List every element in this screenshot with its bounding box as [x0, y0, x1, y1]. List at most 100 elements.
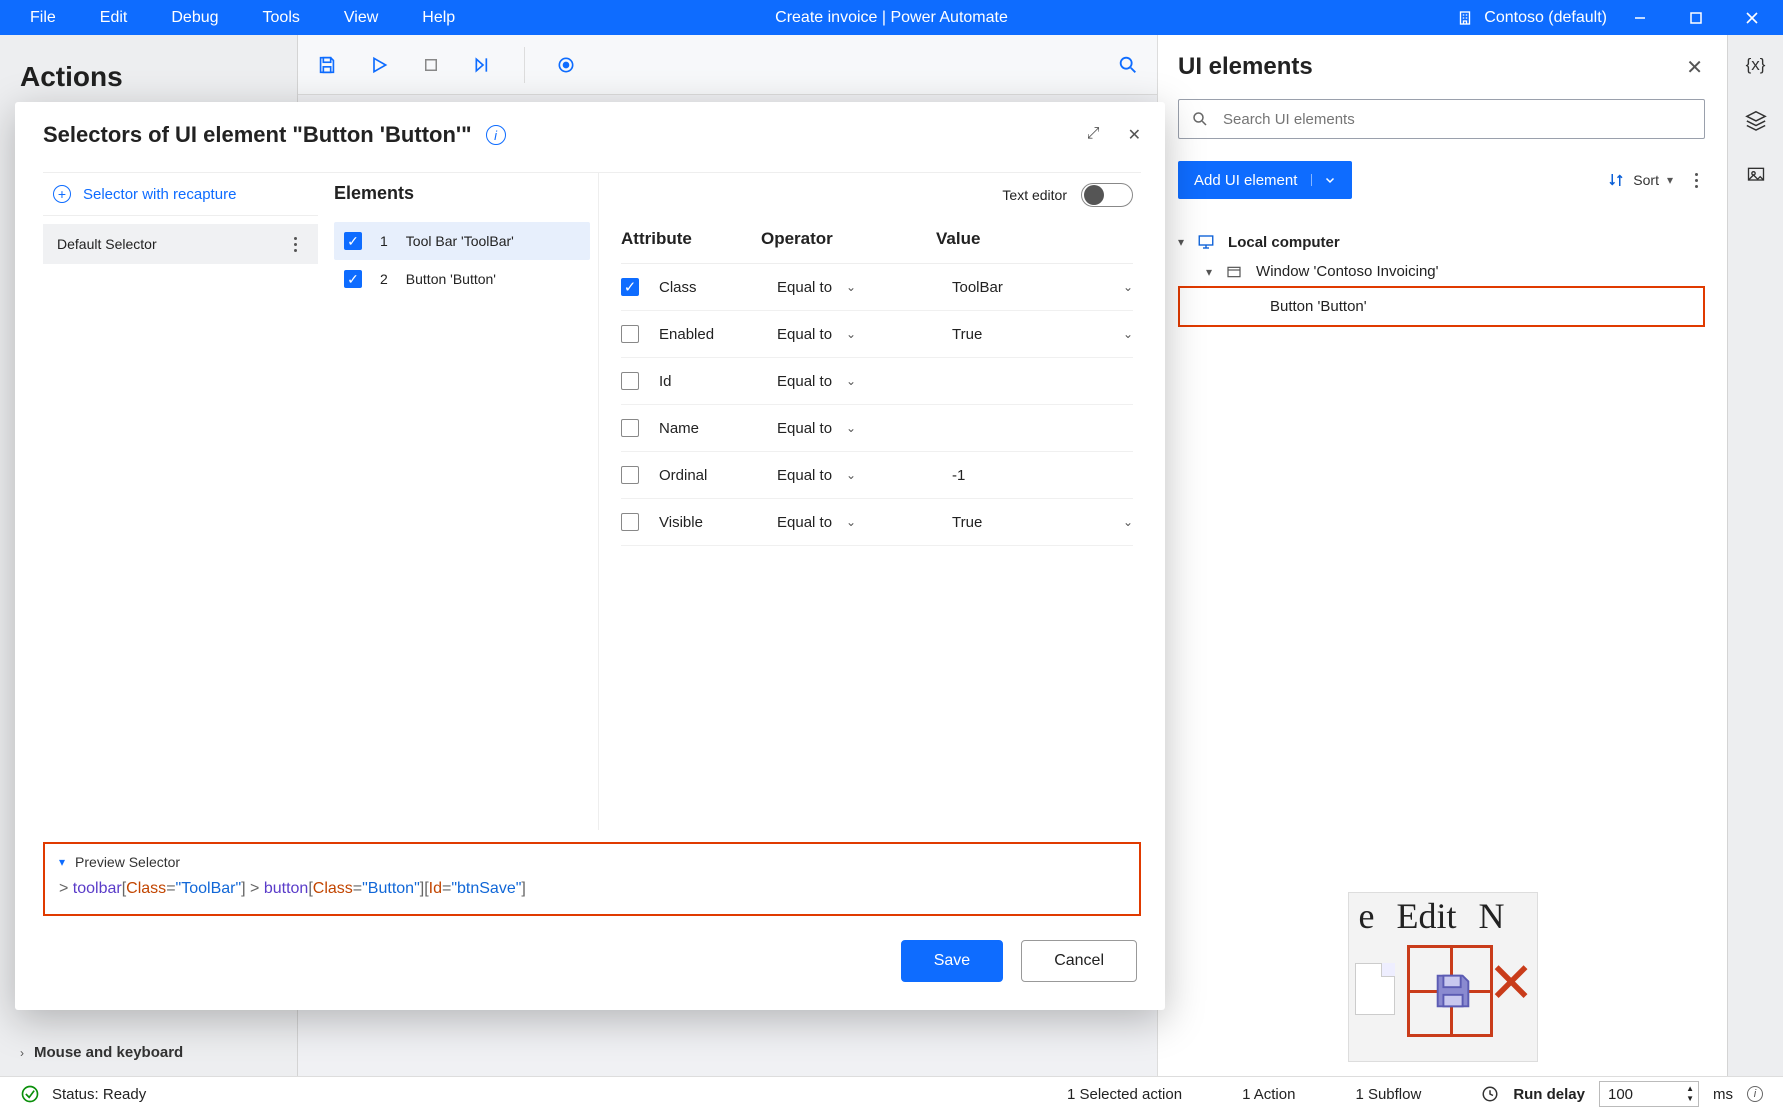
step-icon[interactable]: [472, 54, 494, 76]
tree-window-label: Window 'Contoso Invoicing': [1256, 263, 1438, 280]
save-button[interactable]: Save: [901, 940, 1003, 982]
sort-button[interactable]: Sort ▾: [1607, 171, 1673, 189]
info-icon[interactable]: i: [1747, 1086, 1763, 1102]
run-icon[interactable]: [368, 54, 390, 76]
info-icon[interactable]: i: [486, 125, 506, 145]
thumb-letter-n: N: [1478, 895, 1504, 937]
close-icon[interactable]: ✕: [1128, 125, 1141, 145]
col-value: Value: [936, 229, 1133, 249]
image-rail-icon[interactable]: [1745, 165, 1767, 185]
attribute-row[interactable]: OrdinalEqual to⌄-1: [621, 452, 1133, 499]
attr-checkbox[interactable]: [621, 325, 639, 343]
attr-operator[interactable]: Equal to⌄: [777, 373, 952, 390]
attribute-row[interactable]: NameEqual to⌄: [621, 405, 1133, 452]
status-bar: Status: Ready 1 Selected action 1 Action…: [0, 1076, 1783, 1111]
chevron-down-icon: ⌄: [846, 327, 856, 341]
selector-code: > toolbar[Class="ToolBar"] > button[Clas…: [59, 880, 1125, 898]
run-delay-input[interactable]: 100 ▲▼: [1599, 1081, 1699, 1107]
add-dropdown-toggle[interactable]: [1311, 174, 1336, 186]
default-selector-label: Default Selector: [57, 236, 157, 252]
attribute-row[interactable]: ✓ClassEqual to⌄ToolBar⌄: [621, 264, 1133, 311]
save-icon[interactable]: [316, 54, 338, 76]
add-ui-element-button[interactable]: Add UI element: [1178, 161, 1352, 199]
elements-heading: Elements: [334, 183, 590, 204]
element-label: Tool Bar 'ToolBar': [406, 233, 514, 249]
attr-checkbox[interactable]: [621, 372, 639, 390]
preview-toggle[interactable]: ▾ Preview Selector: [59, 854, 1125, 870]
menu-tools[interactable]: Tools: [241, 3, 322, 33]
menu-file[interactable]: File: [8, 3, 78, 33]
attr-value[interactable]: ToolBar⌄: [952, 279, 1133, 296]
tok: =: [353, 880, 362, 897]
sort-label: Sort: [1633, 172, 1659, 188]
attr-value[interactable]: True⌄: [952, 514, 1133, 531]
separator: [524, 47, 525, 83]
menu-help[interactable]: Help: [400, 3, 477, 33]
tok: Class: [126, 880, 166, 897]
menu-debug[interactable]: Debug: [149, 3, 240, 33]
selector-item-more[interactable]: [286, 237, 304, 252]
text-editor-toggle[interactable]: [1081, 183, 1133, 207]
tree-window[interactable]: ▾ Window 'Contoso Invoicing': [1178, 257, 1705, 286]
text-editor-label: Text editor: [1002, 187, 1067, 203]
col-attribute: Attribute: [621, 229, 761, 249]
right-rail: {x}: [1727, 35, 1783, 1076]
layers-rail-icon[interactable]: [1745, 109, 1767, 131]
maximize-button[interactable]: [1673, 0, 1719, 35]
checkbox-on[interactable]: ✓: [344, 232, 362, 250]
attribute-row[interactable]: EnabledEqual to⌄True⌄: [621, 311, 1133, 358]
tree-highlighted-item[interactable]: Button 'Button': [1178, 286, 1705, 327]
main-menu: File Edit Debug Tools View Help: [8, 3, 477, 33]
attr-value[interactable]: True⌄: [952, 326, 1133, 343]
attr-name: Name: [659, 420, 777, 437]
tree-root[interactable]: ▾ Local computer: [1178, 227, 1705, 257]
cancel-button[interactable]: Cancel: [1021, 940, 1137, 982]
chevron-down-icon: ▾: [1206, 265, 1212, 279]
tok: =: [442, 880, 451, 897]
stop-icon[interactable]: [420, 54, 442, 76]
minimize-button[interactable]: [1617, 0, 1663, 35]
dialog-title: Selectors of UI element "Button 'Button'…: [43, 122, 472, 148]
default-selector-item[interactable]: Default Selector: [43, 224, 318, 264]
attr-name: Id: [659, 373, 777, 390]
attr-operator[interactable]: Equal to⌄: [777, 467, 952, 484]
actions-collapsed-item[interactable]: › Mouse and keyboard: [20, 1044, 183, 1061]
attribute-row[interactable]: VisibleEqual to⌄True⌄: [621, 499, 1133, 546]
attr-checkbox[interactable]: [621, 513, 639, 531]
variables-rail-icon[interactable]: {x}: [1746, 55, 1766, 75]
close-button[interactable]: [1729, 0, 1775, 35]
record-icon[interactable]: [555, 54, 577, 76]
expand-icon[interactable]: ⤢: [1087, 125, 1100, 145]
attribute-row[interactable]: IdEqual to⌄: [621, 358, 1133, 405]
attr-checkbox[interactable]: ✓: [621, 278, 639, 296]
element-idx: 1: [380, 233, 388, 249]
attr-operator[interactable]: Equal to⌄: [777, 514, 952, 531]
checkbox-on[interactable]: ✓: [344, 270, 362, 288]
chevron-down-icon: ▾: [1667, 173, 1673, 187]
attr-checkbox[interactable]: [621, 466, 639, 484]
spinner-arrows[interactable]: ▲▼: [1686, 1084, 1694, 1104]
element-idx: 2: [380, 271, 388, 287]
attr-operator[interactable]: Equal to⌄: [777, 420, 952, 437]
attr-operator[interactable]: Equal to⌄: [777, 326, 952, 343]
search-ui-elements[interactable]: [1178, 99, 1705, 139]
tok: ] >: [241, 880, 264, 897]
elements-list-pane: Elements ✓ 1 Tool Bar 'ToolBar' ✓ 2 Butt…: [318, 173, 598, 830]
action-count: 1 Action: [1242, 1086, 1295, 1103]
add-selector-button[interactable]: + Selector with recapture: [43, 173, 318, 216]
search-input[interactable]: [1221, 110, 1692, 129]
attr-checkbox[interactable]: [621, 419, 639, 437]
add-ui-element-label: Add UI element: [1194, 172, 1297, 189]
element-row-1[interactable]: ✓ 1 Tool Bar 'ToolBar': [334, 222, 590, 260]
attr-value[interactable]: -1: [952, 467, 1133, 484]
attr-operator[interactable]: Equal to⌄: [777, 279, 952, 296]
tok: button: [264, 880, 308, 897]
element-row-2[interactable]: ✓ 2 Button 'Button': [334, 260, 590, 298]
more-button[interactable]: [1687, 173, 1705, 188]
panel-close-icon[interactable]: ✕: [1686, 55, 1703, 80]
menu-edit[interactable]: Edit: [78, 3, 150, 33]
org-name[interactable]: Contoso (default): [1484, 9, 1607, 27]
menu-view[interactable]: View: [322, 3, 400, 33]
search-icon[interactable]: [1117, 54, 1139, 76]
tok: Class: [313, 880, 353, 897]
